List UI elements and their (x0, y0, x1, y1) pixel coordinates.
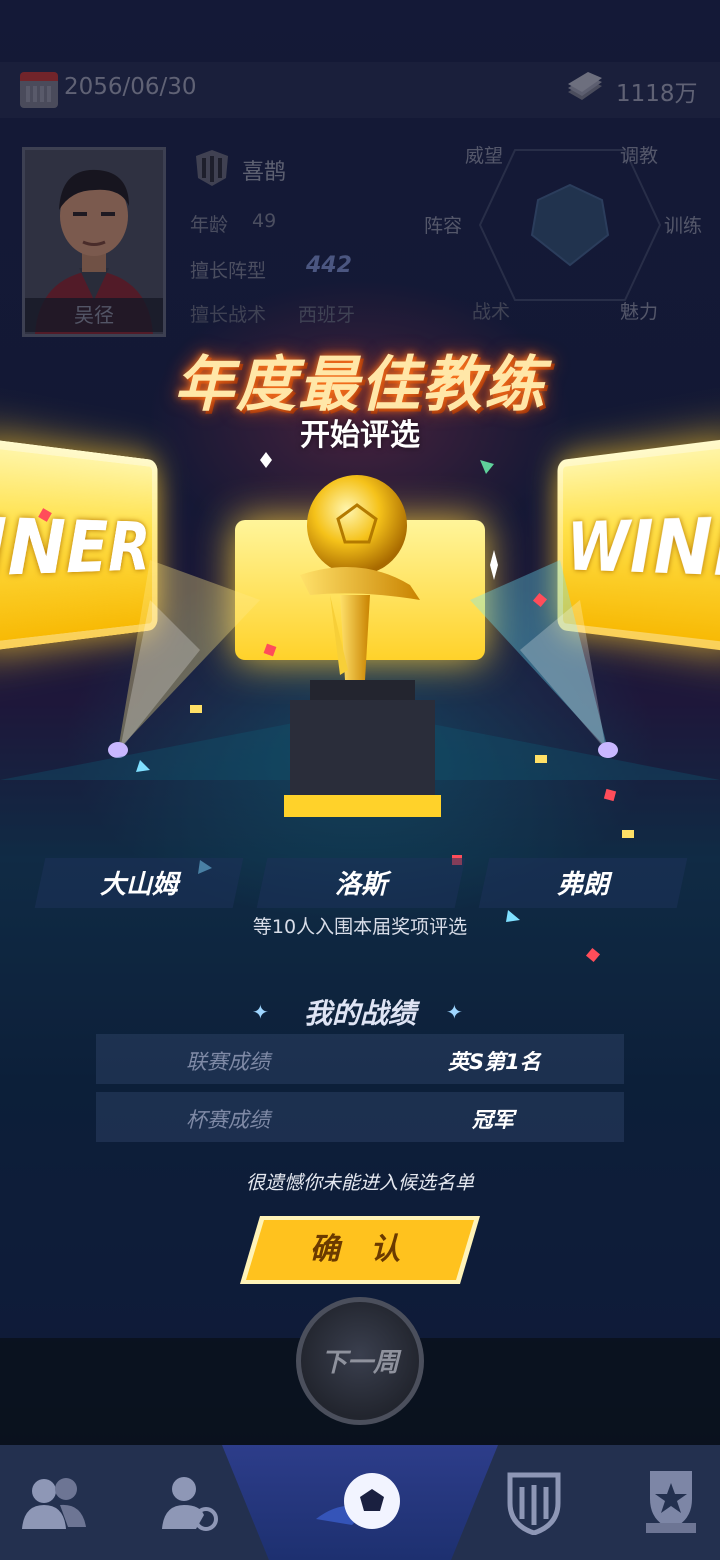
nav-item-match[interactable] (288, 1445, 432, 1560)
record-value: 英S第1名 (448, 1050, 541, 1074)
club-icon (507, 1472, 561, 1535)
record-label: 联赛成绩 (186, 1050, 270, 1074)
record-row-league: 联赛成绩 英S第1名 (96, 1034, 624, 1084)
confirm-button-label: 确 认 (309, 1232, 411, 1267)
next-week-label: 下一周 (320, 1348, 399, 1378)
nav-item-trophy[interactable] (576, 1445, 720, 1560)
record-row-cup: 杯赛成绩 冠军 (96, 1092, 624, 1142)
trophy-icon (284, 475, 441, 817)
team-icon (22, 1478, 86, 1529)
candidate-note: 等10人入围本届奖项评选 (252, 916, 468, 938)
nav-item-team[interactable] (0, 1445, 144, 1560)
candidate-name-2: 洛斯 (334, 870, 387, 900)
transfer-icon (162, 1477, 218, 1531)
result-message: 很遗憾你未能进入候选名单 (245, 1172, 474, 1194)
record-title: 我的战绩 (303, 997, 416, 1030)
nav-item-transfer[interactable] (144, 1445, 288, 1560)
candidate-name-1: 大山姆 (99, 870, 178, 900)
trophy-icon (646, 1471, 696, 1533)
confirm-button[interactable]: 确 认 (240, 1216, 480, 1284)
record-value: 冠军 (472, 1108, 514, 1132)
record-label: 杯赛成绩 (186, 1108, 270, 1132)
nav-item-club[interactable] (432, 1445, 576, 1560)
candidate-name-3: 弗朗 (556, 870, 609, 900)
match-icon (316, 1473, 400, 1529)
